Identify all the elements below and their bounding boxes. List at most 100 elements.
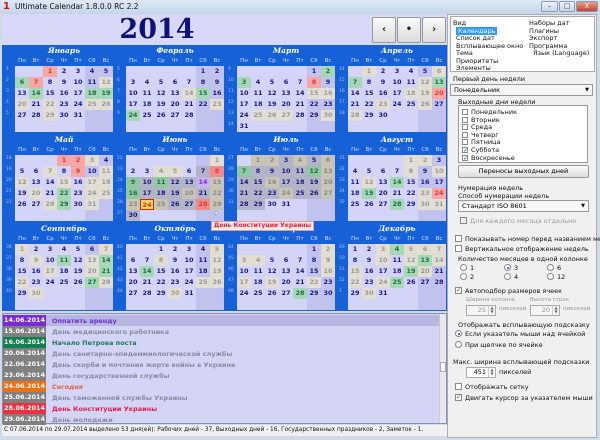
day-cell[interactable]: 25 bbox=[140, 110, 154, 121]
day-cell[interactable]: 24 bbox=[237, 110, 251, 121]
event-row[interactable]: 23.06.2014 День государственной службы bbox=[3, 370, 441, 381]
day-cell[interactable]: 13 bbox=[279, 88, 293, 99]
day-cell[interactable]: 5 bbox=[265, 77, 279, 88]
event-row[interactable]: 20.06.2014 День санитарно-эпидеммиологиче… bbox=[3, 348, 441, 359]
day-cell[interactable]: 17 bbox=[182, 266, 196, 277]
week-number[interactable]: 51 bbox=[338, 266, 348, 277]
day-cell[interactable]: 20 bbox=[376, 188, 390, 199]
week-number[interactable]: 7 bbox=[116, 88, 126, 99]
day-cell[interactable]: 7 bbox=[99, 244, 113, 255]
day-cell[interactable]: 14 bbox=[196, 177, 210, 188]
day-cell[interactable]: 14 bbox=[293, 266, 307, 277]
day-cell[interactable]: 16 bbox=[29, 266, 43, 277]
day-cell[interactable]: 25 bbox=[251, 110, 265, 121]
day-cell[interactable]: 16 bbox=[418, 177, 432, 188]
day-cell[interactable]: 1 bbox=[15, 244, 29, 255]
day-cell[interactable]: 11 bbox=[140, 88, 154, 99]
day-cell[interactable]: 9 bbox=[321, 255, 335, 266]
day-cell[interactable]: 7 bbox=[29, 77, 43, 88]
week-number[interactable]: 12 bbox=[227, 99, 237, 110]
day-cell[interactable]: 28 bbox=[29, 110, 43, 121]
day-cell[interactable]: 23 bbox=[29, 277, 43, 288]
row-height-spinner[interactable]: 20 ▲ ▼ bbox=[530, 305, 560, 316]
day-cell[interactable]: 20 bbox=[432, 88, 446, 99]
day-cell[interactable]: 4 bbox=[154, 166, 168, 177]
day-cell[interactable]: 31 bbox=[279, 199, 293, 210]
day-cell[interactable]: 1 bbox=[307, 66, 321, 77]
day-cell[interactable]: 27 bbox=[182, 199, 196, 210]
day-cell[interactable]: 14 bbox=[43, 177, 57, 188]
list-scrollbar[interactable] bbox=[439, 314, 446, 423]
day-cell[interactable]: 9 bbox=[168, 255, 182, 266]
week-number[interactable]: 9 bbox=[227, 66, 237, 77]
day-cell[interactable]: 16 bbox=[321, 266, 335, 277]
day-cell[interactable]: 16 bbox=[362, 266, 376, 277]
day-cell[interactable]: 1 bbox=[348, 244, 362, 255]
day-cell[interactable]: 17 bbox=[140, 188, 154, 199]
tree-item[interactable]: Язык (Language) bbox=[533, 49, 589, 57]
day-cell[interactable]: 27 bbox=[85, 277, 99, 288]
day-cell[interactable]: 26 bbox=[418, 99, 432, 110]
day-cell[interactable]: 30 bbox=[126, 210, 140, 221]
day-cell[interactable]: 12 bbox=[404, 255, 418, 266]
week-number[interactable]: 16 bbox=[338, 88, 348, 99]
day-cell[interactable]: 5 bbox=[418, 66, 432, 77]
day-cell[interactable]: 18 bbox=[390, 266, 404, 277]
day-cell[interactable]: 5 bbox=[71, 244, 85, 255]
day-cell[interactable]: 23 bbox=[362, 277, 376, 288]
week-number[interactable]: 22 bbox=[5, 199, 15, 210]
week-number[interactable]: 41 bbox=[116, 255, 126, 266]
day-cell[interactable]: 17 bbox=[432, 177, 446, 188]
day-cell[interactable]: 11 bbox=[196, 255, 210, 266]
day-cell[interactable]: 5 bbox=[404, 244, 418, 255]
event-row[interactable]: 15.06.2014 День медицинского работника bbox=[3, 326, 441, 337]
day-cell[interactable]: 15 bbox=[15, 266, 29, 277]
month-name[interactable]: Июль bbox=[237, 134, 335, 145]
day-cell[interactable]: 25 bbox=[196, 277, 210, 288]
day-cell[interactable]: 24 bbox=[126, 110, 140, 121]
day-cell[interactable]: 28 bbox=[293, 288, 307, 299]
day-cell[interactable]: 26 bbox=[362, 199, 376, 210]
day-cell[interactable]: 10 bbox=[43, 255, 57, 266]
day-cell[interactable]: 12 bbox=[307, 166, 321, 177]
week-number[interactable]: 40 bbox=[116, 244, 126, 255]
day-cell[interactable]: 4 bbox=[251, 77, 265, 88]
move-cursor-checkbox[interactable]: ✓ bbox=[455, 394, 462, 401]
week-number[interactable]: 8 bbox=[116, 99, 126, 110]
day-cell[interactable]: 10 bbox=[376, 255, 390, 266]
day-cell[interactable]: 21 bbox=[182, 99, 196, 110]
day-cell[interactable]: 23 bbox=[71, 188, 85, 199]
week-number[interactable]: 10 bbox=[227, 77, 237, 88]
week-number[interactable]: 22 bbox=[116, 155, 126, 166]
day-cell[interactable]: 13 bbox=[85, 255, 99, 266]
day-cell[interactable]: 27 bbox=[432, 99, 446, 110]
day-cell[interactable]: 14 bbox=[182, 88, 196, 99]
day-cell[interactable]: 2 bbox=[126, 166, 140, 177]
day-cell[interactable]: 19 bbox=[15, 188, 29, 199]
day-cell[interactable]: 26 bbox=[71, 277, 85, 288]
day-cell[interactable]: 12 bbox=[265, 266, 279, 277]
week-number[interactable]: 24 bbox=[116, 177, 126, 188]
day-cell[interactable]: 8 bbox=[348, 255, 362, 266]
day-cell[interactable]: 7 bbox=[432, 244, 446, 255]
day-cell[interactable]: 8 bbox=[210, 166, 224, 177]
month-name[interactable]: Сентябрь bbox=[15, 223, 113, 234]
day-cell[interactable]: 3 bbox=[85, 155, 99, 166]
per-month-checkbox[interactable] bbox=[460, 217, 467, 224]
day-cell[interactable]: 21 bbox=[293, 99, 307, 110]
day-cell[interactable]: 11 bbox=[85, 77, 99, 88]
day-cell[interactable]: 17 bbox=[43, 266, 57, 277]
day-cell[interactable]: 11 bbox=[251, 266, 265, 277]
day-cell[interactable]: 7 bbox=[182, 77, 196, 88]
day-cell[interactable]: 2 bbox=[418, 155, 432, 166]
day-cell[interactable]: 18 bbox=[57, 266, 71, 277]
day-cell[interactable]: 30 bbox=[362, 288, 376, 299]
week-number[interactable]: 33 bbox=[338, 177, 348, 188]
day-cell[interactable]: 1 bbox=[43, 66, 57, 77]
day-cell[interactable]: 26 bbox=[15, 199, 29, 210]
day-cell[interactable]: 23 bbox=[57, 99, 71, 110]
day-cell[interactable]: 22 bbox=[57, 188, 71, 199]
day-cell[interactable]: 2 bbox=[321, 244, 335, 255]
day-cell[interactable]: 29 bbox=[307, 288, 321, 299]
day-cell[interactable]: 23 bbox=[321, 277, 335, 288]
